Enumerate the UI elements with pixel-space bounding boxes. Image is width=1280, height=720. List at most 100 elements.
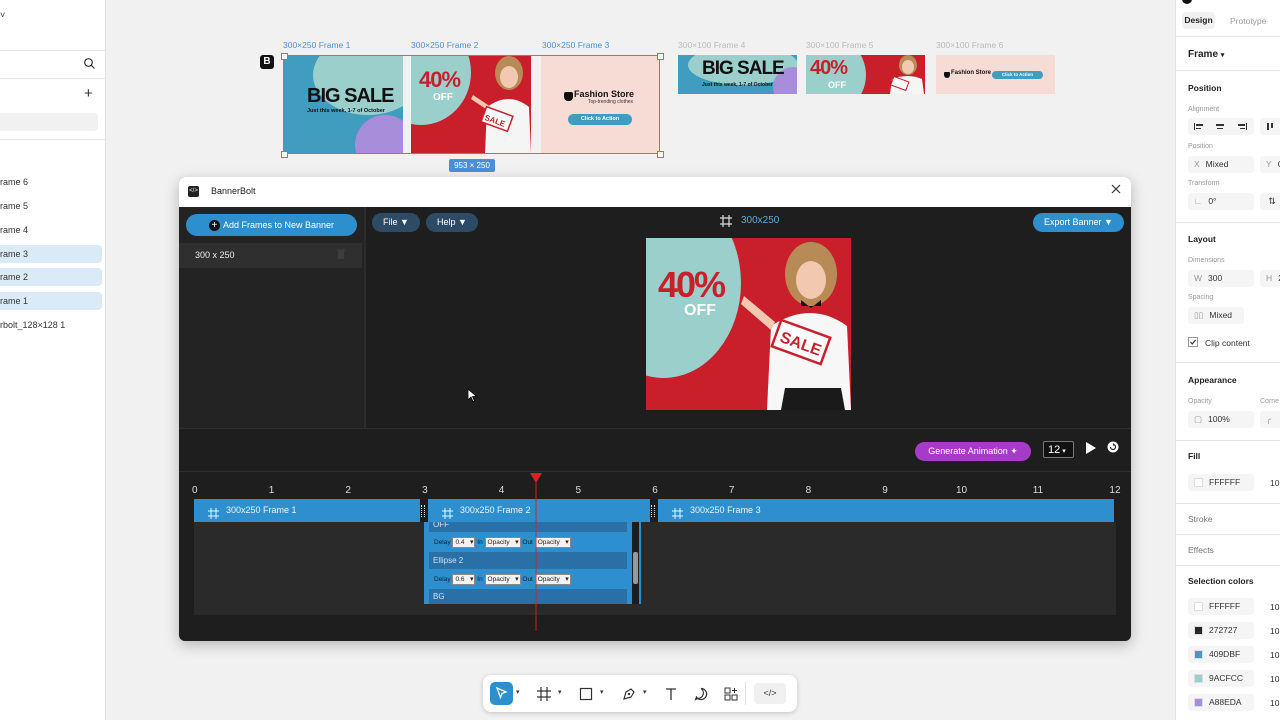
frame-label[interactable]: 300×250 Frame 3 [542, 40, 609, 50]
color-opacity[interactable]: 10 [1270, 674, 1279, 684]
model-photo: SALE [741, 242, 851, 410]
layer-frame-3[interactable]: rame 3 [0, 245, 102, 263]
fps-select[interactable]: 12 ▾ [1043, 441, 1074, 458]
selection-color-row[interactable]: 409DBF [1188, 646, 1254, 663]
chevron-down-icon[interactable]: ▾ [643, 688, 647, 696]
frame-label[interactable]: 300×100 Frame 4 [678, 40, 745, 50]
y-position-field[interactable]: YC [1260, 156, 1280, 173]
tab-prototype[interactable]: Prototype [1230, 16, 1266, 26]
flip-icon[interactable]: ⇅ [1260, 193, 1280, 210]
help-menu-button[interactable]: Help ▼ [426, 213, 478, 232]
layer-frame-6[interactable]: rame 6 [0, 173, 102, 191]
banner-frame-4[interactable]: BIG SALE Just this week, 1-7 of October [678, 55, 797, 94]
actions-tool-icon[interactable] [721, 684, 741, 704]
width-field[interactable]: W 300 [1188, 270, 1254, 287]
opacity-field[interactable]: ▢ 100% [1188, 411, 1254, 428]
clip-content-checkbox[interactable] [1188, 337, 1198, 347]
banner-frame-5[interactable]: 40% OFF [806, 55, 925, 94]
timeline-playhead[interactable] [529, 473, 543, 631]
color-opacity[interactable]: 10 [1270, 698, 1279, 708]
resize-handle[interactable] [657, 151, 664, 158]
file-menu-button[interactable]: File ▼ [372, 213, 420, 232]
corner-radius-field[interactable]: ╭ [1260, 411, 1280, 428]
fill-opacity[interactable]: 10 [1270, 478, 1279, 488]
frame-tool-icon[interactable] [534, 684, 554, 704]
layer-frame-4[interactable]: rame 4 [0, 221, 102, 239]
resize-handle[interactable] [657, 53, 664, 60]
track-resize-handle[interactable] [651, 505, 656, 517]
height-field[interactable]: H2 [1260, 270, 1280, 287]
delay-select[interactable]: 0.6 [452, 574, 476, 585]
color-swatch[interactable] [1194, 626, 1203, 636]
color-swatch[interactable] [1194, 650, 1203, 660]
align-left-icon[interactable] [1194, 123, 1205, 130]
timeline-track-frame-1[interactable]: 300x250 Frame 1 [194, 499, 421, 522]
comment-tool-icon[interactable] [691, 684, 711, 704]
chevron-down-icon[interactable]: ▾ [516, 688, 520, 696]
banner-frame-6[interactable]: Fashion Store Click to Action [936, 55, 1055, 94]
selection-color-row[interactable]: 272727 [1188, 622, 1254, 639]
stroke-section-title[interactable]: Stroke [1188, 514, 1213, 524]
color-opacity[interactable]: 10 [1270, 602, 1279, 612]
fill-swatch[interactable] [1194, 478, 1203, 488]
chevron-down-icon[interactable]: ▾ [558, 688, 562, 696]
frame-label[interactable]: 300×100 Frame 5 [806, 40, 873, 50]
scrollbar-thumb[interactable] [633, 552, 638, 584]
x-position-field[interactable]: X Mixed [1188, 156, 1254, 173]
layer-row-off[interactable]: OFF [429, 522, 627, 532]
selection-color-row[interactable]: FFFFFF [1188, 598, 1254, 615]
frame-label[interactable]: 300×250 Frame 2 [411, 40, 478, 50]
rectangle-tool-icon[interactable] [576, 684, 596, 704]
in-select[interactable]: Opacity [484, 537, 521, 548]
effects-section-title[interactable]: Effects [1188, 545, 1214, 555]
color-swatch[interactable] [1194, 674, 1203, 684]
layer-row-bg[interactable]: BG [429, 589, 627, 604]
dev-mode-icon[interactable]: </> [754, 683, 786, 704]
reset-icon[interactable] [1107, 441, 1119, 453]
layer-row-ellipse-2[interactable]: Ellipse 2 [429, 552, 627, 569]
trash-icon[interactable] [337, 249, 345, 259]
generate-animation-button[interactable]: Generate Animation ✦ [915, 442, 1031, 461]
color-swatch[interactable] [1194, 602, 1203, 612]
layer-bannerbolt-image[interactable]: rbolt_128×128 1 [0, 316, 102, 334]
play-icon[interactable] [1085, 441, 1097, 455]
track-resize-handle[interactable] [421, 505, 426, 517]
color-opacity[interactable]: 10 [1270, 650, 1279, 660]
move-tool-button[interactable] [490, 682, 513, 705]
pen-tool-icon[interactable] [619, 684, 639, 704]
chevron-down-icon[interactable]: ˅ [0, 10, 5, 20]
banner-list-item[interactable]: 300 x 250 [179, 243, 362, 268]
rotation-field[interactable]: ∟ 0° [1188, 193, 1254, 210]
chevron-down-icon[interactable]: ▾ [600, 688, 604, 696]
search-icon[interactable] [83, 57, 96, 70]
page-item[interactable] [0, 113, 98, 131]
selection-color-row[interactable]: A88EDA [1188, 694, 1254, 711]
resize-handle[interactable] [281, 53, 288, 60]
layer-frame-2[interactable]: rame 2 [0, 268, 102, 286]
scrollbar[interactable] [632, 522, 639, 604]
timeline-track-frame-3[interactable]: 300x250 Frame 3 [658, 499, 1115, 522]
selection-color-row[interactable]: 9ACFCC [1188, 670, 1254, 687]
export-banner-button[interactable]: Export Banner ▼ [1033, 213, 1124, 232]
tab-design[interactable]: Design [1182, 12, 1215, 29]
layer-frame-1[interactable]: rame 1 [0, 292, 102, 310]
frame-type-label[interactable]: Frame ▾ [1188, 49, 1224, 60]
frame-label[interactable]: 300×100 Frame 6 [936, 40, 1003, 50]
align-top-icon[interactable] [1260, 118, 1280, 135]
text-tool-icon[interactable] [661, 684, 681, 704]
align-center-icon[interactable] [1215, 123, 1225, 130]
align-right-icon[interactable] [1236, 123, 1247, 130]
spacing-field[interactable]: ▯▯ Mixed [1188, 307, 1244, 324]
frame-label[interactable]: 300×250 Frame 1 [283, 40, 350, 50]
add-frames-button[interactable]: + Add Frames to New Banner [186, 214, 357, 236]
layer-frame-5[interactable]: rame 5 [0, 197, 102, 215]
delay-select[interactable]: 0.4 [452, 537, 476, 548]
close-icon[interactable] [1110, 183, 1122, 195]
color-swatch[interactable] [1194, 698, 1203, 708]
color-opacity[interactable]: 10 [1270, 626, 1279, 636]
fill-color-field[interactable]: FFFFFF [1188, 474, 1254, 491]
add-page-icon[interactable]: + [84, 86, 93, 101]
avatar[interactable] [1182, 0, 1192, 4]
in-select[interactable]: Opacity [484, 574, 521, 585]
resize-handle[interactable] [281, 151, 288, 158]
